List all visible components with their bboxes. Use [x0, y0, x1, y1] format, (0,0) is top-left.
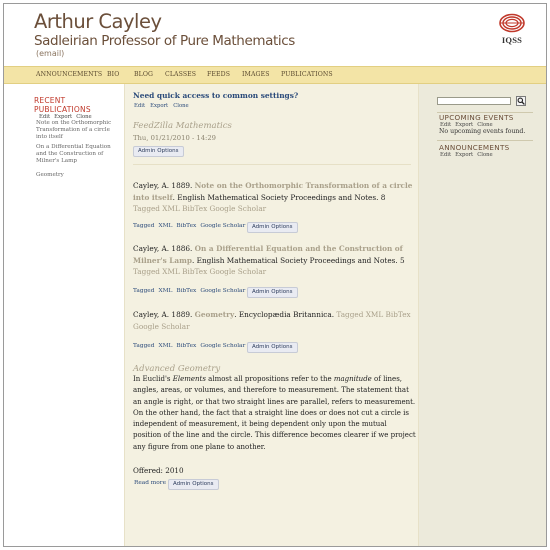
pub-bibtex-link[interactable]: BibTex — [176, 343, 196, 349]
pub-links-row: Tagged XML BibTex Google Scholar — [133, 288, 249, 294]
pub-venue: . English Mathematical Society Proceedin… — [172, 192, 386, 202]
announcements-widget-links: Edit Export Clone — [440, 152, 497, 158]
nav-announcements[interactable]: ANNOUNCEMENTS — [36, 71, 102, 78]
class-description: In Euclid's Elements almost all proposit… — [133, 374, 416, 453]
announcements-export-link[interactable]: Export — [455, 152, 473, 158]
publication-entry: Cayley, A. 1889. Note on the Orthomorphi… — [133, 180, 413, 215]
pub-google-scholar-link[interactable]: Google Scholar — [200, 288, 245, 294]
pub-author: Cayley, A. — [133, 181, 170, 190]
pub-google-scholar-link[interactable]: Google Scholar — [200, 223, 245, 229]
quick-clone-link[interactable]: Clone — [173, 103, 188, 109]
divider — [133, 164, 411, 165]
divider — [437, 140, 533, 141]
pub-xml-link[interactable]: XML — [158, 288, 172, 294]
quick-edit-link[interactable]: Edit — [134, 103, 145, 109]
class-body-em-1: Elements — [172, 375, 206, 383]
nav-images[interactable]: IMAGES — [242, 71, 270, 78]
pub-tagged-link[interactable]: Tagged — [133, 223, 154, 229]
search-icon — [517, 97, 525, 105]
pub-xml-link[interactable]: XML — [158, 223, 172, 229]
pub-year: 1886. — [171, 244, 193, 253]
feed-date: Thu, 01/21/2010 - 14:29 — [133, 134, 216, 142]
nav-publications[interactable]: PUBLICATIONS — [281, 71, 333, 78]
pub-author: Cayley, A. — [133, 310, 170, 319]
search-button[interactable] — [516, 96, 526, 106]
nav-feeds[interactable]: FEEDS — [207, 71, 230, 78]
announcements-heading: ANNOUNCEMENTS — [439, 143, 510, 152]
site-header: Arthur Cayley Sadleirian Professor of Pu… — [4, 4, 546, 66]
recent-link-milners-lamp[interactable]: On a Differential Equation and the Const… — [36, 144, 121, 164]
class-body-em-2: magnitude — [333, 375, 372, 383]
main-content: Need quick access to common settings? Ed… — [124, 84, 419, 546]
pub-tagged-link[interactable]: Tagged — [133, 343, 154, 349]
pub-bibtex-link[interactable]: BibTex — [176, 223, 196, 229]
nav-bio[interactable]: BIO — [107, 71, 119, 78]
nav-blog[interactable]: BLOG — [134, 71, 153, 78]
pub-xml-link[interactable]: XML — [158, 343, 172, 349]
publication-entry: Cayley, A. 1889. Geometry. Encyclopædia … — [133, 309, 413, 332]
recent-heading-line-2: PUBLICATIONS — [34, 105, 91, 114]
quick-export-link[interactable]: Export — [150, 103, 168, 109]
pub-google-scholar-link[interactable]: Google Scholar — [200, 343, 245, 349]
pub-author: Cayley, A. — [133, 244, 170, 253]
announcements-edit-link[interactable]: Edit — [440, 152, 451, 158]
pub-title-link[interactable]: Geometry — [195, 310, 235, 319]
feed-admin-options-button[interactable]: Admin Options — [133, 146, 184, 157]
feed-title[interactable]: FeedZilla Mathematics — [133, 121, 232, 131]
search-input[interactable] — [437, 97, 511, 105]
pub-admin-options-button[interactable]: Admin Options — [247, 222, 298, 233]
main-nav: ANNOUNCEMENTS BIO BLOG CLASSES FEEDS IMA… — [4, 66, 546, 84]
pub-admin-options-button[interactable]: Admin Options — [247, 287, 298, 298]
right-sidebar: UPCOMING EVENTS Edit Export Clone No upcom… — [419, 84, 546, 546]
pub-year: 1889. — [171, 310, 193, 319]
left-sidebar: RECENT PUBLICATIONS Edit Export Clone Note… — [4, 84, 124, 546]
recent-link-geometry[interactable]: Geometry — [36, 172, 121, 179]
logo-text: IQSS — [501, 35, 523, 45]
class-title-link[interactable]: Advanced Geometry — [133, 364, 220, 374]
read-more-link[interactable]: Read more — [134, 480, 166, 486]
recent-publications-heading: RECENT PUBLICATIONS — [34, 96, 119, 114]
site-subtitle: Sadleirian Professor of Pure Mathematics — [34, 33, 295, 49]
class-body-post: of lines, angles, areas, or volumes, and… — [133, 375, 416, 451]
recent-link-orthomorphic[interactable]: Note on the Orthomorphic Transformation … — [36, 120, 121, 140]
announcements-clone-link[interactable]: Clone — [477, 152, 492, 158]
class-body-pre: In Euclid's — [133, 375, 173, 383]
pub-links-row: Tagged XML BibTex Google Scholar — [133, 223, 249, 229]
no-events-text: No upcoming events found. — [439, 128, 526, 135]
nav-classes[interactable]: CLASSES — [165, 71, 196, 78]
quick-access-heading: Need quick access to common settings? — [133, 91, 299, 100]
site-title[interactable]: Arthur Cayley — [34, 10, 162, 33]
pub-year: 1889. — [171, 181, 193, 190]
iqss-logo[interactable]: IQSS — [497, 12, 527, 48]
publication-entry: Cayley, A. 1886. On a Differential Equat… — [133, 243, 413, 278]
pub-bibtex-link[interactable]: BibTex — [176, 288, 196, 294]
pub-tagged-link[interactable]: Tagged — [133, 288, 154, 294]
class-admin-options-button[interactable]: Admin Options — [168, 479, 219, 490]
quick-access-links: Edit Export Clone — [134, 103, 194, 109]
class-offered: Offered: 2010 — [133, 466, 184, 475]
class-body-mid: almost all propositions refer to the — [205, 375, 334, 383]
pub-venue: . English Mathematical Society Proceedin… — [191, 255, 405, 265]
pub-inline-links: Tagged XML BibTex Google Scholar — [133, 267, 267, 276]
recent-heading-line-1: RECENT — [34, 96, 66, 105]
pub-venue: . Encyclopædia Britannica. — [234, 310, 335, 319]
upcoming-events-heading: UPCOMING EVENTS — [439, 113, 514, 122]
pub-inline-links: Tagged XML BibTex Google Scholar — [133, 204, 267, 213]
pub-admin-options-button[interactable]: Admin Options — [247, 342, 298, 353]
page-frame: Arthur Cayley Sadleirian Professor of Pu… — [3, 3, 547, 547]
email-link[interactable]: (email) — [36, 49, 64, 58]
pub-links-row: Tagged XML BibTex Google Scholar — [133, 343, 249, 349]
logo-rings-icon — [499, 13, 525, 33]
